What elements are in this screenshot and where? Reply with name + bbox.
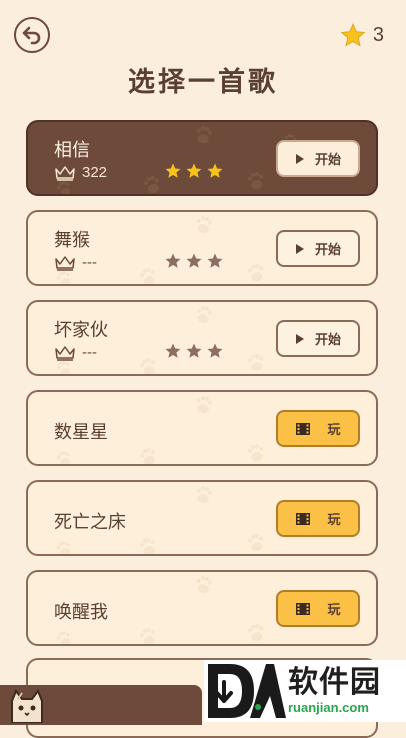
play-ad-button[interactable]: 玩 [276,500,360,537]
song-list: 相信 322 开始 舞猴 --- 开始 坏家伙 --- 开始 数星星 玩 死亡之… [26,120,378,660]
start-button-label: 开始 [314,243,341,258]
crown-icon [55,345,75,361]
star-icon [165,163,181,178]
play-button-label: 玩 [327,603,341,618]
star-empty-icon [165,253,181,268]
song-title: 舞猴 [54,230,90,251]
video-ad-icon [296,602,311,615]
song-title: 数星星 [54,422,108,443]
watermark: 软件园 ruanjian.com [204,660,406,722]
watermark-text: 软件园 ruanjian.com [288,666,381,716]
watermark-logo [204,660,286,722]
song-card-locked[interactable]: 唤醒我 玩 [26,570,378,646]
star-icon [207,163,223,178]
star-rating [164,252,224,270]
song-title: 坏家伙 [54,320,108,341]
song-title: 死亡之床 [54,512,126,533]
song-title: 唤醒我 [54,602,108,623]
song-title: 相信 [54,140,90,161]
score-value: 322 [82,164,108,181]
video-ad-icon [296,512,311,525]
star-empty-icon [207,343,223,358]
play-icon [295,333,304,344]
best-score: 322 [54,164,107,181]
start-button[interactable]: 开始 [276,230,360,267]
crown-icon [55,255,75,271]
star-empty-icon [165,343,181,358]
start-button[interactable]: 开始 [276,140,360,177]
page-title: 选择一首歌 [128,67,278,98]
play-button-label: 玩 [327,513,341,528]
song-card[interactable]: 坏家伙 --- 开始 [26,300,378,376]
song-card[interactable]: 相信 322 开始 [26,120,378,196]
star-count-value: 3 [372,24,384,46]
star-icon [186,163,202,178]
star-rating [164,342,224,360]
start-button[interactable]: 开始 [276,320,360,357]
start-button-label: 开始 [314,333,341,348]
start-button-label: 开始 [314,153,341,168]
cat-mascot-icon [11,689,43,723]
crown-icon [55,165,75,181]
star-empty-icon [186,343,202,358]
score-value: --- [82,344,97,361]
back-button[interactable] [14,17,50,53]
star-icon [340,23,366,47]
star-rating [164,162,224,180]
back-arrow-icon [22,26,41,45]
song-card-locked[interactable]: 数星星 玩 [26,390,378,466]
song-card-locked[interactable]: 死亡之床 玩 [26,480,378,556]
play-ad-button[interactable]: 玩 [276,410,360,447]
star-empty-icon [186,253,202,268]
play-ad-button[interactable]: 玩 [276,590,360,627]
song-card[interactable]: 舞猴 --- 开始 [26,210,378,286]
play-button-label: 玩 [327,423,341,438]
watermark-url: ruanjian.com [288,700,369,715]
watermark-name: 软件园 [288,665,381,700]
star-empty-icon [207,253,223,268]
play-icon [295,243,304,254]
best-score: --- [54,254,97,271]
video-ad-icon [296,422,311,435]
best-score: --- [54,344,97,361]
play-icon [295,153,304,164]
score-value: --- [82,254,97,271]
bottom-panel [0,685,202,725]
star-counter: 3 [339,22,384,49]
